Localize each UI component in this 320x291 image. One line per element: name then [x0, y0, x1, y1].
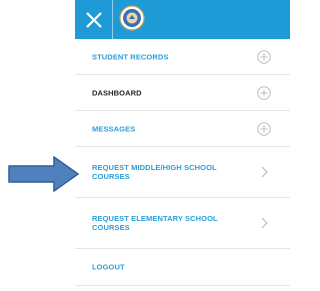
menu-item-label: STUDENT RECORDS — [92, 52, 169, 61]
menu-item-logout[interactable]: LOGOUT — [75, 249, 290, 286]
chevron-right-icon — [261, 217, 268, 229]
plus-circle-icon[interactable] — [257, 49, 271, 64]
menu-item-request-elementary-school-courses[interactable]: REQUEST ELEMENTARY SCHOOL COURSES — [75, 198, 290, 249]
menu-item-student-records[interactable]: STUDENT RECORDS — [75, 39, 290, 75]
menu-item-label: DASHBOARD — [92, 88, 142, 97]
chevron-right-icon — [261, 166, 268, 178]
menu-item-label: REQUEST ELEMENTARY SCHOOL COURSES — [92, 214, 218, 232]
header-divider — [112, 0, 113, 39]
menu-item-dashboard[interactable]: DASHBOARD — [75, 75, 290, 111]
close-icon[interactable] — [84, 10, 104, 30]
navigation-menu: STUDENT RECORDS DASHBOARD MESSAGES REQUE… — [75, 39, 290, 286]
menu-item-request-middle-high-school-courses[interactable]: REQUEST MIDDLE/HIGH SCHOOL COURSES — [75, 147, 290, 198]
school-seal-logo[interactable] — [119, 5, 145, 31]
plus-circle-icon[interactable] — [257, 121, 271, 136]
menu-header — [75, 0, 290, 39]
menu-item-label: LOGOUT — [92, 262, 125, 272]
menu-item-label: REQUEST MIDDLE/HIGH SCHOOL COURSES — [92, 163, 217, 181]
menu-item-label: MESSAGES — [92, 124, 136, 133]
menu-item-messages[interactable]: MESSAGES — [75, 111, 290, 147]
plus-circle-icon[interactable] — [257, 85, 271, 100]
annotation-arrow-icon — [8, 156, 80, 192]
